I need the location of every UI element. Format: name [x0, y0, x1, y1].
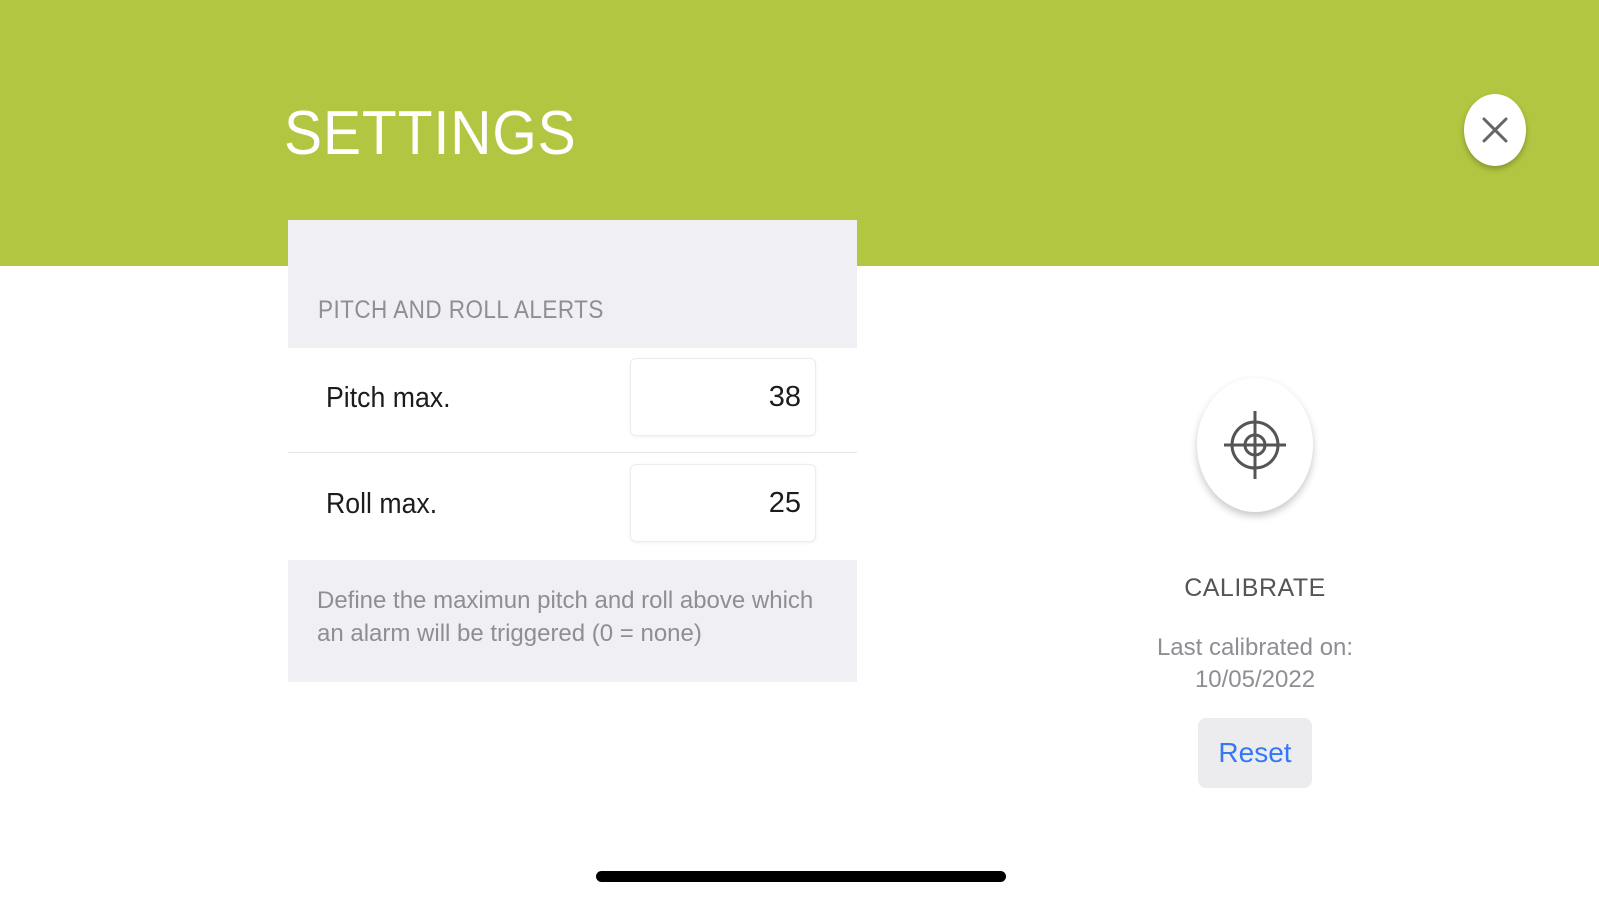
page-title: SETTINGS — [284, 99, 577, 168]
roll-max-label: Roll max. — [326, 488, 438, 520]
pitch-max-label: Pitch max. — [326, 382, 451, 414]
pitch-max-input[interactable] — [630, 358, 816, 436]
roll-max-input[interactable] — [630, 464, 816, 542]
calibrate-label: CALIBRATE — [1184, 574, 1326, 602]
section-header: PITCH AND ROLL ALERTS — [288, 220, 857, 348]
roll-max-row: Roll max. — [288, 454, 857, 558]
calibrate-button[interactable] — [1197, 378, 1313, 512]
close-button[interactable] — [1464, 94, 1526, 166]
section-footer: Define the maximun pitch and roll above … — [288, 560, 857, 682]
reset-button[interactable]: Reset — [1198, 718, 1312, 788]
pitch-roll-alerts-panel: PITCH AND ROLL ALERTS Pitch max. Roll ma… — [288, 220, 857, 682]
last-calibrated-date: 10/05/2022 — [1194, 666, 1316, 693]
last-calibrated-info: Last calibrated on: 10/05/2022 — [1135, 632, 1375, 696]
row-divider — [288, 452, 857, 453]
last-calibrated-label: Last calibrated on: — [1156, 634, 1354, 661]
home-indicator — [596, 871, 1006, 882]
section-title: PITCH AND ROLL ALERTS — [318, 296, 604, 324]
close-icon — [1482, 117, 1508, 143]
crosshair-icon — [1224, 411, 1286, 479]
footer-description: Define the maximun pitch and roll above … — [317, 587, 814, 647]
pitch-max-row: Pitch max. — [288, 348, 857, 452]
